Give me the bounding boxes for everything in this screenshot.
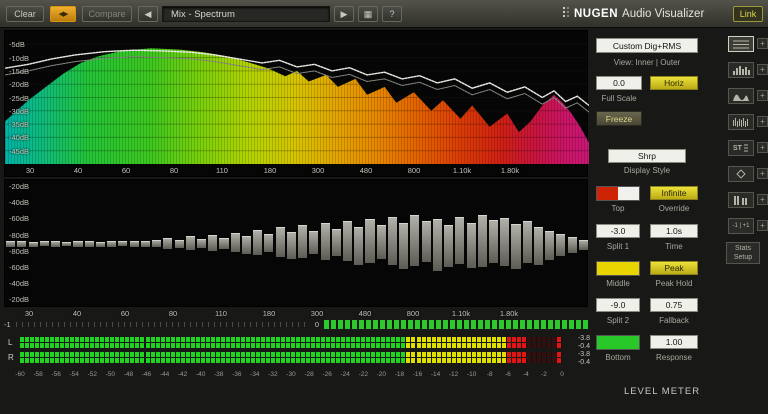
vectorscope-view-add-button[interactable]: + [757, 168, 768, 179]
view-caption: View: Inner | Outer [613, 58, 681, 67]
display-style-label: Display Style [623, 166, 671, 175]
top-color-swatch[interactable] [596, 186, 640, 201]
correlation-view-add-button[interactable]: + [757, 220, 768, 231]
spectrogram-view-button[interactable] [728, 88, 754, 104]
stereo-spectrum-view-button[interactable]: ST [728, 140, 754, 156]
split2-input[interactable]: -9.0 [596, 298, 640, 312]
horiz-button[interactable]: Horiz [650, 76, 698, 90]
histogram-view-add-button[interactable]: + [757, 64, 768, 75]
fallback-label: Fallback [659, 316, 689, 325]
vectorscope-view-button[interactable] [728, 166, 754, 182]
control-panel: Custom Dig+RMS View: Inner | Outer 0.0 H… [0, 0, 768, 414]
infinite-button[interactable]: Infinite [650, 186, 698, 200]
override-label: Override [658, 204, 690, 213]
stereo-spectrum-view-add-button[interactable]: + [757, 142, 768, 153]
peak-button[interactable]: Peak [650, 261, 698, 275]
visualizer-window: Clear ◀▶ Compare ◀ Mix - Spectrum ▶ ▦ ? … [0, 0, 768, 414]
spectrum-view-add-button[interactable]: + [757, 38, 768, 49]
level-meter-title: LEVEL METER [623, 386, 701, 397]
split1-input[interactable]: -3.0 [596, 224, 640, 238]
top-label: Top [611, 204, 625, 213]
histogram-view-button[interactable] [728, 62, 754, 78]
full-scale-label: Full Scale [601, 94, 637, 103]
bottom-label: Bottom [605, 353, 631, 362]
waveform-view-add-button[interactable]: + [757, 116, 768, 127]
time-input[interactable]: 1.0s [650, 224, 698, 238]
split2-label: Split 2 [606, 316, 630, 325]
display-style-select[interactable]: Shrp [608, 149, 686, 163]
level-meter-view-button[interactable] [728, 192, 754, 208]
level-meter-view-add-button[interactable]: + [757, 194, 768, 205]
meter-mode-select[interactable]: Custom Dig+RMS [596, 38, 698, 53]
stats-setup-button[interactable]: Stats Setup [726, 242, 760, 264]
middle-label: Middle [606, 279, 630, 288]
middle-color-swatch[interactable] [596, 261, 640, 276]
waveform-view-button[interactable] [728, 114, 754, 130]
full-scale-input[interactable]: 0.0 [596, 76, 642, 90]
split1-label: Split 1 [606, 242, 630, 251]
response-input[interactable]: 1.00 [650, 335, 698, 349]
freeze-button[interactable]: Freeze [596, 111, 642, 126]
correlation-view-button[interactable]: -1 | +1 [728, 218, 754, 234]
bottom-color-swatch[interactable] [596, 335, 640, 350]
time-label: Time [665, 242, 683, 251]
fallback-input[interactable]: 0.75 [650, 298, 698, 312]
peak-hold-label: Peak Hold [655, 279, 693, 288]
response-label: Response [655, 353, 693, 362]
spectrogram-view-add-button[interactable]: + [757, 90, 768, 101]
spectrum-view-button[interactable] [728, 36, 754, 52]
